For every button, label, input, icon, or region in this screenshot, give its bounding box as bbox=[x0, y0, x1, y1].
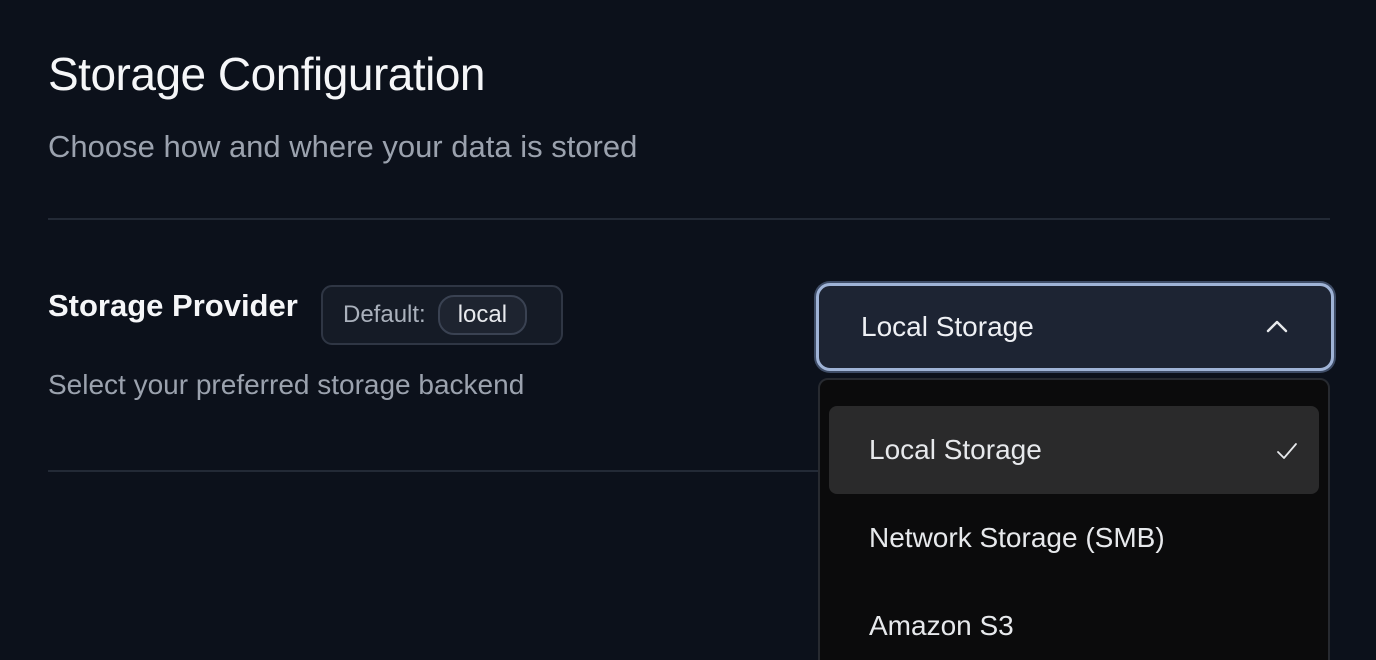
option-label: Network Storage (SMB) bbox=[869, 522, 1165, 553]
page-subtitle: Choose how and where your data is stored bbox=[48, 129, 638, 164]
storage-provider-label: Storage Provider bbox=[48, 288, 298, 323]
storage-provider-select[interactable]: Local Storage bbox=[816, 283, 1334, 371]
section-divider-top bbox=[48, 218, 1330, 220]
page-title: Storage Configuration bbox=[48, 48, 486, 100]
storage-settings-page: Storage Configuration Choose how and whe… bbox=[0, 0, 1376, 660]
option-amazon-s3[interactable]: Amazon S3 bbox=[829, 582, 1319, 660]
select-current-value: Local Storage bbox=[861, 311, 1034, 342]
storage-provider-dropdown: Local Storage Network Storage (SMB) Amaz… bbox=[818, 378, 1330, 660]
default-chip-key: Default: bbox=[343, 301, 426, 328]
option-label: Amazon S3 bbox=[869, 610, 1014, 641]
default-chip-value: local bbox=[437, 295, 528, 335]
option-network-storage-smb[interactable]: Network Storage (SMB) bbox=[829, 494, 1319, 582]
check-icon bbox=[1275, 438, 1299, 462]
default-value-chip: Default: local bbox=[321, 285, 563, 345]
option-label: Local Storage bbox=[869, 434, 1042, 465]
storage-provider-help: Select your preferred storage backend bbox=[48, 369, 525, 400]
chevron-up-icon bbox=[1263, 313, 1291, 341]
option-local-storage[interactable]: Local Storage bbox=[829, 406, 1319, 494]
